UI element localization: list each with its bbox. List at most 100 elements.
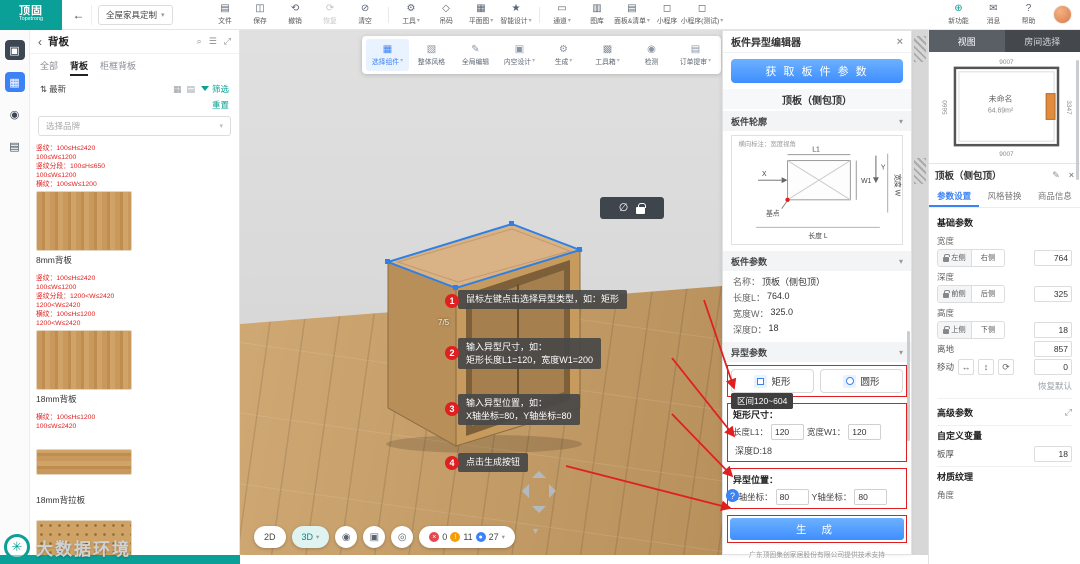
sort-newest-button[interactable]: ⇅ 最新 (40, 83, 66, 95)
rail-orders[interactable]: ▤ (5, 136, 25, 156)
generate-button[interactable]: ⚙ 生成 ▾ (542, 39, 585, 71)
product-card[interactable]: 竖纹：100≤H≤2420 100≤W≤1200 竖纹分段：1200<W≤2420… (36, 274, 132, 405)
tab-all[interactable]: 全部 (40, 59, 58, 76)
grid-view-icon[interactable]: ▦ (173, 84, 182, 95)
channel-button[interactable]: ▭ 通道 ▾ (546, 1, 579, 29)
pan-more-icon[interactable]: ▾ (533, 526, 538, 537)
global-edit-button[interactable]: ✎ 全局编辑 (454, 39, 497, 71)
anchor-left-option[interactable]: 左侧 (938, 250, 971, 266)
anchor-front-option[interactable]: 前侧 (938, 286, 971, 302)
product-card[interactable]: 横纹：100≤H≤1200 100≤W≤2420 18mm背拉板 (36, 413, 132, 506)
expand-icon[interactable]: ⤢ (1065, 407, 1072, 418)
order-review-button[interactable]: ▤ 订单提审 ▾ (674, 39, 717, 71)
undo-button[interactable]: ⟲ 撤销 (279, 1, 312, 29)
thickness-input[interactable] (1034, 446, 1072, 462)
move-horizontal-button[interactable]: ↔ (958, 359, 975, 375)
right-panel-scrollbar[interactable] (1076, 60, 1079, 180)
chevron-down-icon[interactable]: ▾ (899, 348, 903, 357)
rail-capture-tool[interactable]: ▣ (4, 40, 25, 60)
restore-defaults-link[interactable]: 恢复默认 (1038, 380, 1072, 392)
detect-button[interactable]: ◉ 检测 (630, 39, 673, 71)
pan-down-arrow[interactable] (532, 506, 546, 520)
height-input[interactable] (1034, 322, 1072, 338)
snapshot-button[interactable]: ◎ (391, 526, 414, 548)
rotate-button[interactable]: ⟳ (998, 359, 1015, 375)
toolbox-button[interactable]: ▩ 工具箱 ▾ (586, 39, 629, 71)
redo-button[interactable]: ⟳ 恢复 (314, 1, 347, 29)
get-board-params-button[interactable]: 获 取 板 件 参 数 (731, 59, 903, 83)
width-w1-input[interactable] (848, 424, 882, 440)
tab-style-replace[interactable]: 风格替换 (979, 186, 1029, 207)
inner-design-button[interactable]: ▣ 内空设计 ▾ (498, 39, 541, 71)
avatar[interactable] (1053, 5, 1072, 24)
close-icon[interactable]: × (897, 36, 903, 48)
global-style-button[interactable]: ▧ 整体风格 (410, 39, 453, 71)
save-button[interactable]: ◫ 保存 (244, 1, 277, 29)
tab-cabinet-backboard[interactable]: 柜框背板 (100, 59, 136, 76)
panel-back-button[interactable]: ‹ (38, 35, 42, 49)
message-button[interactable]: ✉ 消息 (977, 1, 1010, 29)
tools-menu-button[interactable]: ⚙ 工具 ▾ (395, 1, 428, 29)
length-l1-input[interactable] (770, 424, 804, 440)
camera-dpad[interactable]: ▾ (517, 464, 561, 555)
reset-filter-link[interactable]: 重置 (212, 99, 229, 111)
smart-design-button[interactable]: ★ 智能设计 ▾ (500, 1, 533, 29)
anchor-right-option[interactable]: 右侧 (971, 250, 1004, 266)
tab-room-select[interactable]: 房间选择 (1005, 30, 1080, 52)
filter-button[interactable]: 筛选 (200, 83, 229, 95)
pan-left-arrow[interactable] (515, 484, 529, 498)
generate-shape-button[interactable]: 生 成 (730, 518, 904, 540)
pan-up-arrow[interactable] (532, 464, 546, 478)
list-icon[interactable]: ☰ (209, 36, 217, 47)
lock-icon[interactable] (636, 202, 646, 214)
project-type-select[interactable]: 全屋家具定制 ▾ (98, 4, 173, 25)
status-counts[interactable]: × 0 ! 11 ● 27 ▾ (419, 526, 515, 548)
model-view-button[interactable]: ▣ (363, 526, 386, 548)
anchor-bottom-option[interactable]: 下侧 (971, 322, 1004, 338)
search-icon[interactable]: ⌕ (197, 36, 202, 47)
product-card[interactable]: 18mm背板_拉手孔 (36, 514, 132, 555)
brand-select[interactable]: 选择品牌 ▾ (38, 116, 231, 136)
move-input[interactable] (1034, 359, 1072, 375)
width-input[interactable] (1034, 250, 1072, 266)
anchor-top-option[interactable]: 上侧 (938, 322, 971, 338)
hide-icon[interactable]: ∅ (619, 202, 629, 214)
hanger-code-button[interactable]: ◇ 吊码 (430, 1, 463, 29)
chevron-down-icon[interactable]: ▾ (899, 117, 903, 126)
move-vertical-button[interactable]: ↕ (978, 359, 995, 375)
close-icon[interactable]: × (1069, 170, 1074, 180)
help-button[interactable]: ? (726, 489, 739, 502)
help-button[interactable]: ? 帮助 (1012, 1, 1045, 29)
ground-offset-input[interactable] (1034, 341, 1072, 357)
rail-material-library[interactable]: ▦ (4, 72, 25, 92)
tab-product-info[interactable]: 商品信息 (1030, 186, 1080, 207)
circle-shape-button[interactable]: 圆形 (820, 369, 903, 393)
new-feature-button[interactable]: ⊕ 新功能 (942, 1, 975, 29)
select-component-button[interactable]: ▦ 选择组件 ▾ (366, 39, 409, 71)
x-coord-input[interactable] (775, 489, 809, 505)
editor-scrollbar[interactable] (907, 331, 910, 441)
product-card[interactable]: 竖纹：100≤H≤2420 100≤W≤1200 竖纹分段：100≤H≤650 10… (36, 144, 132, 266)
list-view-icon[interactable]: ▤ (186, 84, 195, 95)
clear-button[interactable]: ⊘ 清空 (349, 1, 382, 29)
edit-icon[interactable]: ✎ (1052, 170, 1060, 181)
pan-right-arrow[interactable] (549, 484, 563, 498)
floorplan-button[interactable]: ▦ 平面图 ▾ (465, 1, 498, 29)
panel-list-button[interactable]: ▤ 面板&清单 ▾ (614, 1, 650, 29)
rail-account[interactable]: ◉ (5, 104, 25, 124)
anchor-back-option[interactable]: 后侧 (971, 286, 1004, 302)
panel-collapse-handle[interactable] (914, 36, 926, 62)
floorplan-thumbnail[interactable]: 9007 9007 3347 5660 未命名 64.69m² (929, 52, 1080, 164)
tab-param-settings[interactable]: 参数设置 (929, 186, 980, 207)
gallery-button[interactable]: ▥ 图库 (581, 1, 614, 29)
chevron-down-icon[interactable]: ▾ (899, 257, 903, 266)
visibility-button[interactable]: ◉ (335, 526, 358, 548)
tab-backboard[interactable]: 背板 (70, 59, 89, 76)
canvas-3d-view[interactable]: ▦ 选择组件 ▾ ▧ 整体风格 ✎ 全局编辑 ▣ 内空设计 ▾ ⚙ 生成 ▾ ▩ 工具箱 ▾ ◉ 检测… (240, 30, 722, 555)
mini-app-button[interactable]: ◻ 小程序 (651, 1, 684, 29)
panel-collapse-handle[interactable] (914, 158, 926, 184)
view-2d-button[interactable]: 2D (254, 526, 286, 548)
file-button[interactable]: ▤ 文件 (209, 1, 242, 29)
depth-input[interactable] (1034, 286, 1072, 302)
back-button[interactable]: ← (66, 4, 92, 25)
